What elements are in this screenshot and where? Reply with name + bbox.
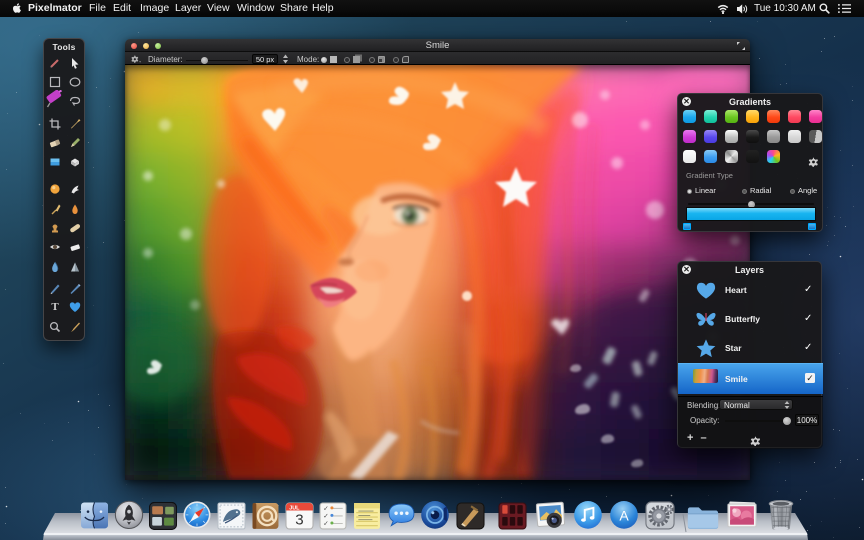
svg-text:A: A <box>619 507 629 523</box>
svg-text:✓: ✓ <box>323 513 328 520</box>
svg-text:✓: ✓ <box>323 521 328 528</box>
svg-text:3: 3 <box>295 512 303 529</box>
svg-text:✓: ✓ <box>323 506 328 513</box>
svg-text:JUL: JUL <box>289 505 300 511</box>
